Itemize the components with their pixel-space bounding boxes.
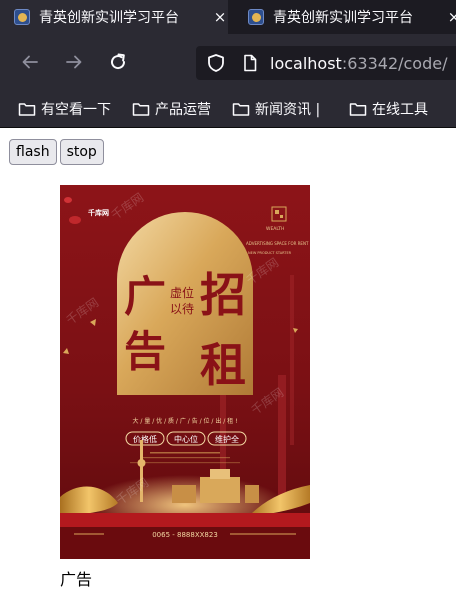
advertisement-poster: 广 告 招 租 虚位 以待 千库网 WEALTH ADVERTISING SPA… [60, 185, 310, 559]
svg-text:维护全: 维护全 [215, 434, 239, 444]
tab-title: 青英创新实训学习平台 [39, 10, 179, 26]
folder-icon [18, 103, 36, 116]
svg-text:ADVERTISING SPACE FOR RENT: ADVERTISING SPACE FOR RENT [246, 241, 309, 246]
poster-logo: 千库网 [88, 208, 109, 217]
poster-slogan: 大 / 量 / 优 / 质 / 广 / 告 / 位 / 出 / 租 ! [132, 417, 237, 425]
flash-button[interactable]: flash [9, 139, 57, 165]
arrow-left-icon [22, 55, 38, 69]
reload-icon [111, 53, 126, 70]
svg-text:租: 租 [200, 338, 246, 392]
page-icon [244, 54, 257, 72]
navigation-toolbar: localhost:63342/code/ [0, 34, 456, 90]
bookmark-label: 在线工具 [372, 102, 428, 118]
poster-char: 广 [124, 272, 166, 321]
bookmark-folder-1[interactable]: 有空看一下 [18, 90, 111, 128]
svg-text:价格低: 价格低 [133, 434, 157, 444]
site-favicon-icon [14, 9, 30, 25]
back-button[interactable] [12, 44, 48, 80]
bookmark-folder-3[interactable]: 新闻资讯 | [232, 90, 320, 128]
svg-text:告: 告 [124, 327, 166, 376]
svg-text:WEALTH: WEALTH [266, 226, 284, 232]
tab-close-icon[interactable]: × [213, 8, 227, 26]
bookmark-folder-2[interactable]: 产品运营 [132, 90, 211, 128]
shield-icon [208, 54, 224, 72]
reload-button[interactable] [100, 44, 136, 80]
decor-triangle [90, 319, 96, 326]
svg-text:虚位: 虚位 [170, 285, 194, 300]
bookmark-label: 产品运营 [155, 102, 211, 118]
site-favicon-icon [248, 9, 264, 25]
bookmarks-toolbar: 有空看一下 产品运营 新闻资讯 | 在线工具 [0, 90, 456, 128]
bookmark-label: 有空看一下 [41, 102, 111, 118]
svg-text:NEW PRODUCT STARTER: NEW PRODUCT STARTER [248, 251, 292, 255]
poster-caption: 广告 [60, 570, 93, 589]
folder-icon [132, 103, 150, 116]
poster-phone: 0065 - 8888XX823 [152, 531, 218, 539]
tab-strip: 青英创新实训学习平台 × 青英创新实训学习平台 × [0, 0, 456, 34]
poster-artwork: 广 告 招 租 虚位 以待 千库网 WEALTH ADVERTISING SPA… [60, 190, 310, 559]
stop-button[interactable]: stop [59, 139, 104, 165]
folder-icon [349, 103, 367, 116]
tab-2[interactable]: 青英创新实训学习平台 × [234, 0, 456, 34]
bookmark-label: 新闻资讯 | [255, 102, 321, 118]
watermark: 千库网 [63, 295, 101, 328]
tab-close-icon[interactable]: × [447, 8, 456, 26]
svg-text:招: 招 [200, 268, 246, 322]
arrow-right-icon [66, 55, 82, 69]
svg-text:以待: 以待 [170, 302, 194, 316]
url-text: localhost:63342/code/ [270, 53, 448, 73]
tab-1[interactable]: 青英创新实训学习平台 × [0, 0, 228, 34]
bookmark-folder-4[interactable]: 在线工具 [349, 90, 428, 128]
control-buttons: flash stop [9, 139, 104, 165]
svg-text:千库网: 千库网 [108, 190, 146, 223]
decor-dot [69, 216, 81, 224]
address-bar[interactable]: localhost:63342/code/ [196, 46, 456, 80]
forward-button[interactable] [56, 44, 92, 80]
tab-title: 青英创新实训学习平台 [273, 10, 413, 26]
svg-text:中心位: 中心位 [174, 434, 198, 444]
folder-icon [232, 103, 250, 116]
